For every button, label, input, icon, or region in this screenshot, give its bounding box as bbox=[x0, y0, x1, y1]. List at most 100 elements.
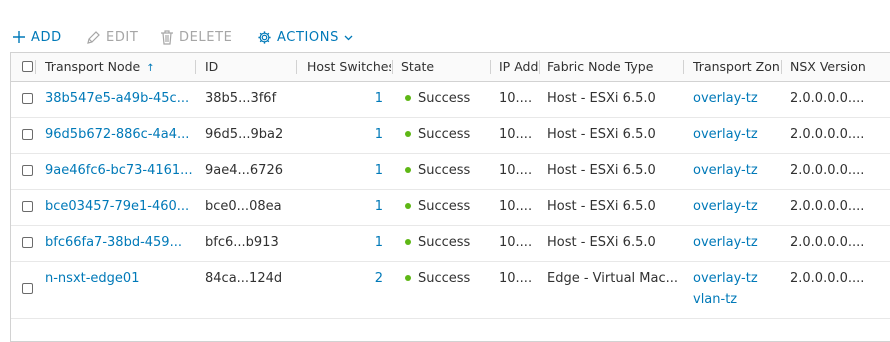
transport-zone-link[interactable]: overlay-tz bbox=[693, 81, 779, 117]
row-checkbox[interactable] bbox=[22, 165, 33, 176]
table-row[interactable]: 38b547e5-a49b-45c... 38b5...3f6f 1 Success 1… bbox=[11, 81, 890, 118]
state-cell: Success bbox=[405, 189, 489, 225]
node-id: 96d5...9ba2 bbox=[205, 127, 284, 142]
column-header-host-switches[interactable]: Host Switches bbox=[307, 53, 391, 81]
nsx-version: 2.0.0.0.0.... bbox=[790, 235, 865, 250]
ip-address: 10.... bbox=[499, 271, 533, 286]
fabric-node-type: Host - ESXi 6.5.0 bbox=[547, 163, 656, 178]
transport-zone-link[interactable]: overlay-tz bbox=[693, 269, 779, 289]
edit-label: EDIT bbox=[106, 29, 139, 45]
transport-node-link[interactable]: bfc66fa7-38bd-459... bbox=[45, 225, 195, 261]
host-switches-count-link[interactable]: 2 bbox=[307, 269, 383, 289]
node-id: 38b5...3f6f bbox=[205, 91, 277, 106]
transport-node-link[interactable]: 96d5b672-886c-4a4... bbox=[45, 117, 195, 153]
add-label: ADD bbox=[31, 29, 62, 45]
column-separator bbox=[296, 60, 297, 74]
column-separator bbox=[35, 60, 36, 74]
fabric-node-type: Host - ESXi 6.5.0 bbox=[547, 235, 656, 250]
transport-zone-link[interactable]: overlay-tz bbox=[693, 117, 779, 153]
success-status-dot bbox=[405, 94, 411, 101]
table-row[interactable]: 96d5b672-886c-4a4... 96d5...9ba2 1 Success 1… bbox=[11, 117, 890, 154]
host-switches-count-link[interactable]: 1 bbox=[307, 189, 383, 225]
ip-address: 10.... bbox=[499, 199, 533, 214]
nsx-version: 2.0.0.0.0.... bbox=[790, 127, 865, 142]
nsx-version: 2.0.0.0.0.... bbox=[790, 91, 865, 106]
delete-button[interactable]: DELETE bbox=[160, 28, 232, 46]
actions-button[interactable]: ACTIONS bbox=[257, 28, 353, 46]
trash-icon bbox=[160, 29, 174, 45]
table-row[interactable]: bce03457-79e1-460... bce0...08ea 1 Success 1… bbox=[11, 189, 890, 226]
gear-icon bbox=[257, 30, 272, 45]
transport-nodes-grid: Transport Node ↑ ID Host Switches State I… bbox=[10, 52, 890, 342]
edit-button[interactable]: EDIT bbox=[86, 28, 138, 46]
column-separator bbox=[392, 60, 393, 74]
nsx-version: 2.0.0.0.0.... bbox=[790, 163, 865, 178]
row-checkbox[interactable] bbox=[22, 237, 33, 248]
ip-address: 10.... bbox=[499, 91, 533, 106]
column-header-id[interactable]: ID bbox=[205, 53, 295, 81]
table-row[interactable]: bfc66fa7-38bd-459... bfc6...b913 1 Success 1… bbox=[11, 225, 890, 262]
node-id: bfc6...b913 bbox=[205, 235, 279, 250]
fabric-node-type: Edge - Virtual Mac... bbox=[547, 271, 679, 286]
state-label: Success bbox=[418, 271, 471, 286]
state-label: Success bbox=[418, 127, 471, 142]
grid-header: Transport Node ↑ ID Host Switches State I… bbox=[11, 53, 890, 82]
column-header-nsx-version[interactable]: NSX Version bbox=[790, 53, 882, 81]
nsx-version: 2.0.0.0.0.... bbox=[790, 271, 865, 286]
node-id: 84ca...124d bbox=[205, 271, 283, 286]
state-cell: Success bbox=[405, 269, 489, 289]
state-label: Success bbox=[418, 235, 471, 250]
state-cell: Success bbox=[405, 153, 489, 189]
transport-node-link[interactable]: 38b547e5-a49b-45c... bbox=[45, 81, 195, 117]
host-switches-count-link[interactable]: 1 bbox=[307, 117, 383, 153]
column-header-transport-zones[interactable]: Transport Zon bbox=[693, 53, 781, 81]
state-label: Success bbox=[418, 91, 471, 106]
state-cell: Success bbox=[405, 117, 489, 153]
column-separator bbox=[539, 60, 540, 74]
state-label: Success bbox=[418, 163, 471, 178]
ip-address: 10.... bbox=[499, 127, 533, 142]
state-cell: Success bbox=[405, 81, 489, 117]
fabric-node-type: Host - ESXi 6.5.0 bbox=[547, 199, 656, 214]
delete-label: DELETE bbox=[179, 29, 233, 45]
sort-ascending-icon[interactable]: ↑ bbox=[146, 63, 154, 74]
host-switches-count-link[interactable]: 1 bbox=[307, 225, 383, 261]
table-row[interactable]: 9ae46fc6-bc73-4161... 9ae4...6726 1 Success… bbox=[11, 153, 890, 190]
ip-address: 10.... bbox=[499, 163, 533, 178]
column-header-label: Transport Node bbox=[45, 59, 141, 74]
row-checkbox[interactable] bbox=[22, 201, 33, 212]
column-header-ip-addresses[interactable]: IP Add bbox=[499, 53, 539, 81]
host-switches-count-link[interactable]: 1 bbox=[307, 81, 383, 117]
transport-zone-link[interactable]: vlan-tz bbox=[693, 290, 779, 310]
pencil-icon bbox=[86, 30, 101, 45]
table-row[interactable]: n-nsxt-edge01 84ca...124d 2 Success 10.... Ed… bbox=[11, 261, 890, 319]
success-status-dot bbox=[405, 274, 411, 281]
add-button[interactable]: ADD bbox=[12, 28, 62, 46]
row-checkbox[interactable] bbox=[22, 129, 33, 140]
row-checkbox[interactable] bbox=[22, 93, 33, 104]
row-checkbox[interactable] bbox=[22, 283, 33, 294]
transport-zone-link[interactable]: overlay-tz bbox=[693, 225, 779, 261]
success-status-dot bbox=[405, 166, 411, 173]
column-header-state[interactable]: State bbox=[401, 53, 489, 81]
select-all-checkbox[interactable] bbox=[22, 61, 33, 72]
chevron-down-icon bbox=[344, 33, 353, 42]
actions-label: ACTIONS bbox=[277, 29, 339, 45]
state-cell: Success bbox=[405, 225, 489, 261]
transport-zone-link[interactable]: overlay-tz bbox=[693, 189, 779, 225]
node-id: 9ae4...6726 bbox=[205, 163, 283, 178]
transport-node-link[interactable]: 9ae46fc6-bc73-4161... bbox=[45, 153, 195, 189]
column-header-transport-node[interactable]: Transport Node ↑ bbox=[45, 53, 195, 81]
success-status-dot bbox=[405, 202, 411, 209]
transport-node-link[interactable]: n-nsxt-edge01 bbox=[45, 269, 195, 289]
ip-address: 10.... bbox=[499, 235, 533, 250]
transport-zone-link[interactable]: overlay-tz bbox=[693, 153, 779, 189]
node-id: bce0...08ea bbox=[205, 199, 282, 214]
column-separator bbox=[490, 60, 491, 74]
transport-node-link[interactable]: bce03457-79e1-460... bbox=[45, 189, 195, 225]
column-separator bbox=[683, 60, 684, 74]
fabric-node-type: Host - ESXi 6.5.0 bbox=[547, 91, 656, 106]
column-header-fabric-node-type[interactable]: Fabric Node Type bbox=[547, 53, 679, 81]
host-switches-count-link[interactable]: 1 bbox=[307, 153, 383, 189]
plus-icon bbox=[12, 30, 26, 44]
